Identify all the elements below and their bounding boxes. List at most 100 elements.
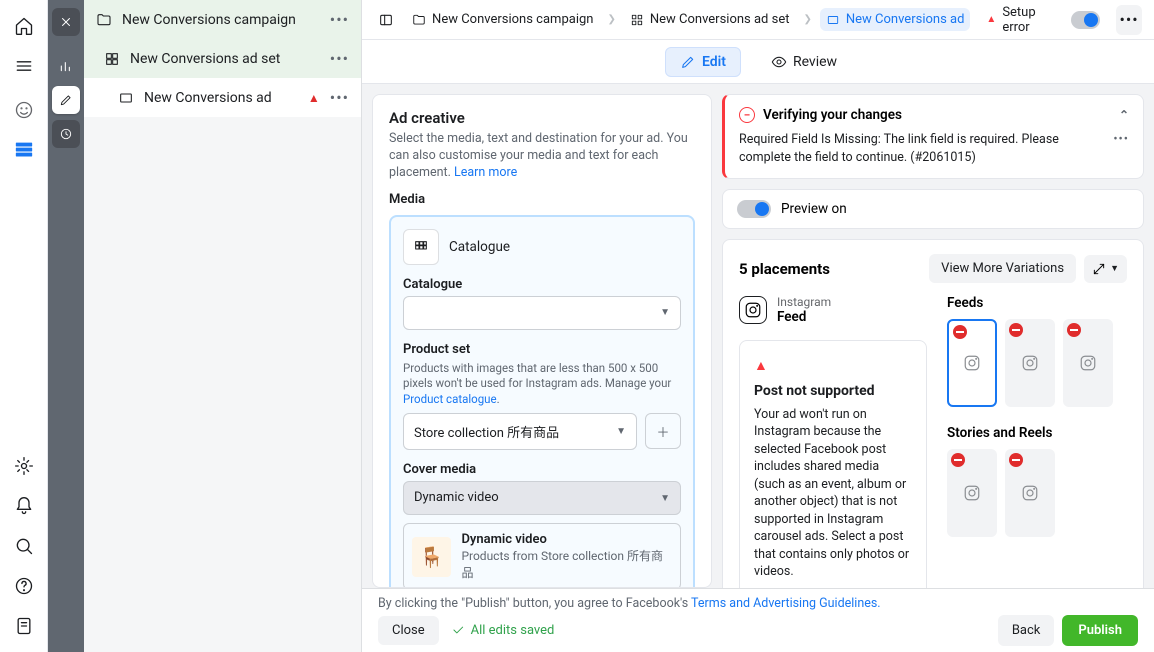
tab-review[interactable]: Review — [757, 48, 851, 76]
chevron-right-icon: ❯ — [803, 14, 811, 25]
view-more-variations-button[interactable]: View More Variations — [929, 254, 1076, 283]
settings-icon[interactable] — [6, 448, 42, 484]
warn-title: Post not supported — [754, 382, 912, 402]
chevron-up-icon[interactable]: ⌃ — [1119, 108, 1129, 122]
ad-icon — [118, 90, 134, 106]
chevron-down-icon: ▼ — [616, 426, 626, 437]
notifications-icon[interactable] — [6, 488, 42, 524]
crumb-ad[interactable]: New Conversions ad — [820, 8, 971, 31]
instagram-label: Instagram — [777, 295, 831, 309]
tab-edit[interactable]: Edit — [665, 47, 741, 77]
catalogue-select[interactable]: ▼ — [403, 296, 681, 330]
product-set-label: Product set — [403, 342, 681, 357]
dynamic-video-sub: Products from Store collection 所有商品 — [461, 547, 672, 581]
alert-icon: ▲ — [986, 14, 996, 25]
publish-button[interactable]: Publish — [1062, 615, 1138, 646]
error-badge-icon — [1009, 323, 1023, 337]
instagram-icon — [739, 296, 767, 324]
more-menu[interactable]: ••• — [1116, 5, 1142, 35]
preview-toggle-card: Preview on — [722, 189, 1144, 229]
product-catalogue-link[interactable]: Product catalogue — [403, 392, 497, 406]
search-icon[interactable] — [6, 528, 42, 564]
product-set-select[interactable]: Store collection 所有商品▼ — [403, 413, 637, 450]
back-button[interactable]: Back — [998, 615, 1055, 646]
adset-icon — [104, 51, 120, 67]
menu-icon[interactable] — [6, 48, 42, 84]
report-icon[interactable] — [6, 608, 42, 644]
terms-link[interactable]: Terms and Advertising Guidelines. — [691, 596, 881, 611]
error-badge-icon — [1009, 453, 1023, 467]
app-icon-rail — [0, 0, 48, 652]
catalogue-field-label: Catalogue — [403, 277, 681, 292]
alert-body-text: Required Field Is Missing: The link fiel… — [739, 131, 1103, 166]
preview-label: Preview on — [781, 201, 847, 217]
help-icon[interactable] — [6, 568, 42, 604]
tree-ad[interactable]: New Conversions ad ▲ ••• — [84, 78, 361, 117]
error-badge-icon — [953, 325, 967, 339]
error-badge-icon — [1067, 323, 1081, 337]
top-bar: New Conversions campaign ❯ New Conversio… — [362, 0, 1154, 40]
chevron-down-icon: ▼ — [660, 493, 670, 504]
panel-toggle-icon[interactable] — [374, 6, 398, 34]
catalogue-head-label: Catalogue — [449, 239, 510, 255]
ad-creative-panel: Ad creative Select the media, text and d… — [372, 94, 712, 588]
home-icon[interactable] — [6, 8, 42, 44]
placement-thumb[interactable] — [1005, 449, 1055, 537]
save-status: All edits saved — [451, 623, 555, 638]
tree-campaign[interactable]: New Conversions campaign ••• — [84, 0, 361, 39]
warn-body: Your ad won't run on Instagram because t… — [754, 406, 912, 581]
feeds-section-label: Feeds — [947, 295, 1127, 311]
error-icon: − — [739, 107, 755, 123]
dynamic-video-row[interactable]: 🪑 Dynamic video Products from Store coll… — [403, 523, 681, 588]
grid-icon[interactable] — [6, 132, 42, 168]
crumb-campaign[interactable]: New Conversions campaign — [406, 8, 599, 31]
crumb-adset[interactable]: New Conversions ad set — [624, 8, 796, 31]
placement-thumb[interactable] — [947, 449, 997, 537]
product-set-hint: Products with images that are less than … — [403, 361, 681, 408]
chevron-down-icon: ▼ — [1110, 263, 1119, 274]
tree-adset[interactable]: New Conversions ad set ••• — [84, 39, 361, 78]
learn-more-link[interactable]: Learn more — [454, 165, 517, 180]
more-icon[interactable]: ••• — [1113, 131, 1129, 166]
ad-creative-desc: Select the media, text and destination f… — [389, 131, 695, 182]
eye-icon — [771, 54, 787, 70]
placement-thumb[interactable] — [1005, 319, 1055, 407]
chart-icon[interactable] — [52, 52, 80, 80]
history-icon[interactable] — [52, 120, 80, 148]
placements-title: 5 placements — [739, 260, 929, 278]
main-pane: New Conversions campaign ❯ New Conversio… — [362, 0, 1154, 652]
tree-ad-label: New Conversions ad — [144, 90, 298, 106]
grid-icon — [403, 229, 439, 265]
status-toggle[interactable] — [1071, 11, 1100, 29]
placements-card: 5 placements View More Variations ▼ Inst… — [722, 239, 1144, 588]
ad-icon — [826, 13, 840, 27]
adset-icon — [630, 13, 644, 27]
verify-alert: − Verifying your changes ⌃ Required Fiel… — [722, 94, 1144, 179]
placement-thumb[interactable] — [947, 319, 997, 407]
cover-media-select[interactable]: Dynamic video▼ — [403, 481, 681, 515]
more-icon[interactable]: ••• — [330, 10, 349, 29]
error-badge-icon — [951, 453, 965, 467]
placement-channel: Instagram Feed — [739, 295, 927, 326]
add-product-set-button[interactable]: ＋ — [645, 413, 681, 449]
emoji-icon[interactable] — [6, 92, 42, 128]
edit-icon[interactable] — [52, 86, 80, 114]
warning-icon: ▲ — [308, 91, 320, 105]
more-icon[interactable]: ••• — [330, 49, 349, 68]
alert-title: Verifying your changes — [763, 107, 1111, 123]
footer: By clicking the "Publish" button, you ag… — [362, 588, 1154, 652]
expand-button[interactable]: ▼ — [1084, 255, 1127, 283]
dynamic-video-title: Dynamic video — [461, 532, 672, 547]
ad-creative-title: Ad creative — [389, 109, 695, 127]
close-button[interactable]: Close — [378, 616, 439, 645]
folder-icon — [412, 13, 426, 27]
catalogue-card: Catalogue Catalogue ▼ Product set Produc… — [389, 215, 695, 588]
thumbnail-icon: 🪑 — [412, 537, 451, 577]
close-icon[interactable] — [52, 8, 80, 36]
placement-thumb[interactable] — [1063, 319, 1113, 407]
tree-adset-label: New Conversions ad set — [130, 51, 320, 67]
more-icon[interactable]: ••• — [330, 88, 349, 107]
preview-toggle[interactable] — [737, 200, 771, 218]
media-label: Media — [389, 192, 695, 207]
feeds-thumbs — [947, 319, 1127, 407]
